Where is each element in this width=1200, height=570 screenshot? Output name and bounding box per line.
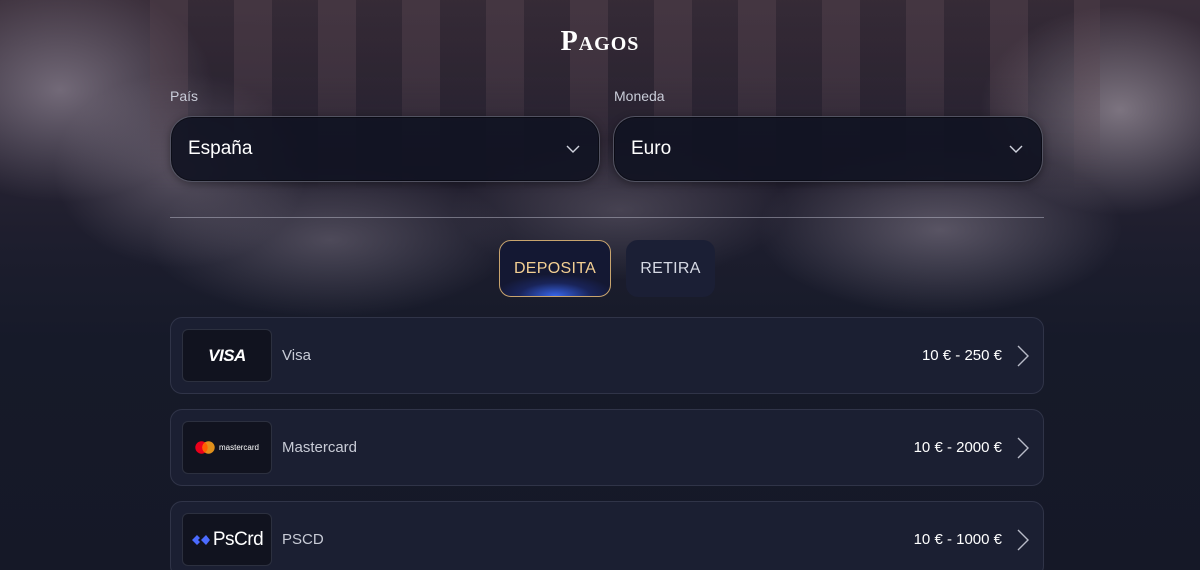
mastercard-logo-text: mastercard bbox=[218, 443, 259, 452]
payment-method-limits: 10 € - 1000 € bbox=[913, 531, 1002, 548]
mastercard-circles-icon bbox=[195, 441, 215, 454]
pscrd-logo: PsCrd bbox=[182, 513, 272, 566]
pscrd-diamond-icon bbox=[191, 534, 210, 545]
payment-method-name: Mastercard bbox=[282, 439, 358, 456]
chevron-down-icon bbox=[566, 145, 580, 153]
payment-method-visa[interactable]: VISA Visa 10 € - 250 € bbox=[170, 317, 1044, 394]
visa-logo-text: VISA bbox=[208, 345, 246, 365]
currency-select[interactable]: Euro bbox=[613, 116, 1043, 182]
payment-method-limits: 10 € - 2000 € bbox=[913, 439, 1002, 456]
currency-select-value: Euro bbox=[631, 138, 672, 159]
currency-label: Moneda bbox=[614, 88, 665, 104]
page-title: Pagos bbox=[560, 26, 640, 57]
visa-logo: VISA bbox=[182, 329, 272, 382]
country-label: País bbox=[170, 88, 199, 104]
country-select[interactable]: España bbox=[170, 116, 600, 182]
country-select-value: España bbox=[188, 138, 253, 159]
chevron-right-icon bbox=[1017, 529, 1029, 550]
payment-method-mastercard[interactable]: mastercard Mastercard 10 € - 2000 € bbox=[170, 409, 1044, 486]
mastercard-logo: mastercard bbox=[182, 421, 272, 474]
payment-method-limits: 10 € - 250 € bbox=[921, 347, 1002, 364]
section-divider bbox=[170, 217, 1044, 218]
pscrd-logo-text: PsCrd bbox=[212, 528, 264, 550]
chevron-right-icon bbox=[1017, 345, 1029, 366]
payment-method-name: Visa bbox=[282, 347, 311, 364]
chevron-down-icon bbox=[1009, 145, 1023, 153]
tab-deposita[interactable]: DEPOSITA bbox=[499, 240, 611, 297]
payment-method-pscd[interactable]: PsCrd PSCD 10 € - 1000 € bbox=[170, 501, 1044, 570]
tab-retira[interactable]: RETIRA bbox=[626, 240, 715, 297]
chevron-right-icon bbox=[1017, 437, 1029, 458]
payment-method-name: PSCD bbox=[282, 531, 324, 548]
